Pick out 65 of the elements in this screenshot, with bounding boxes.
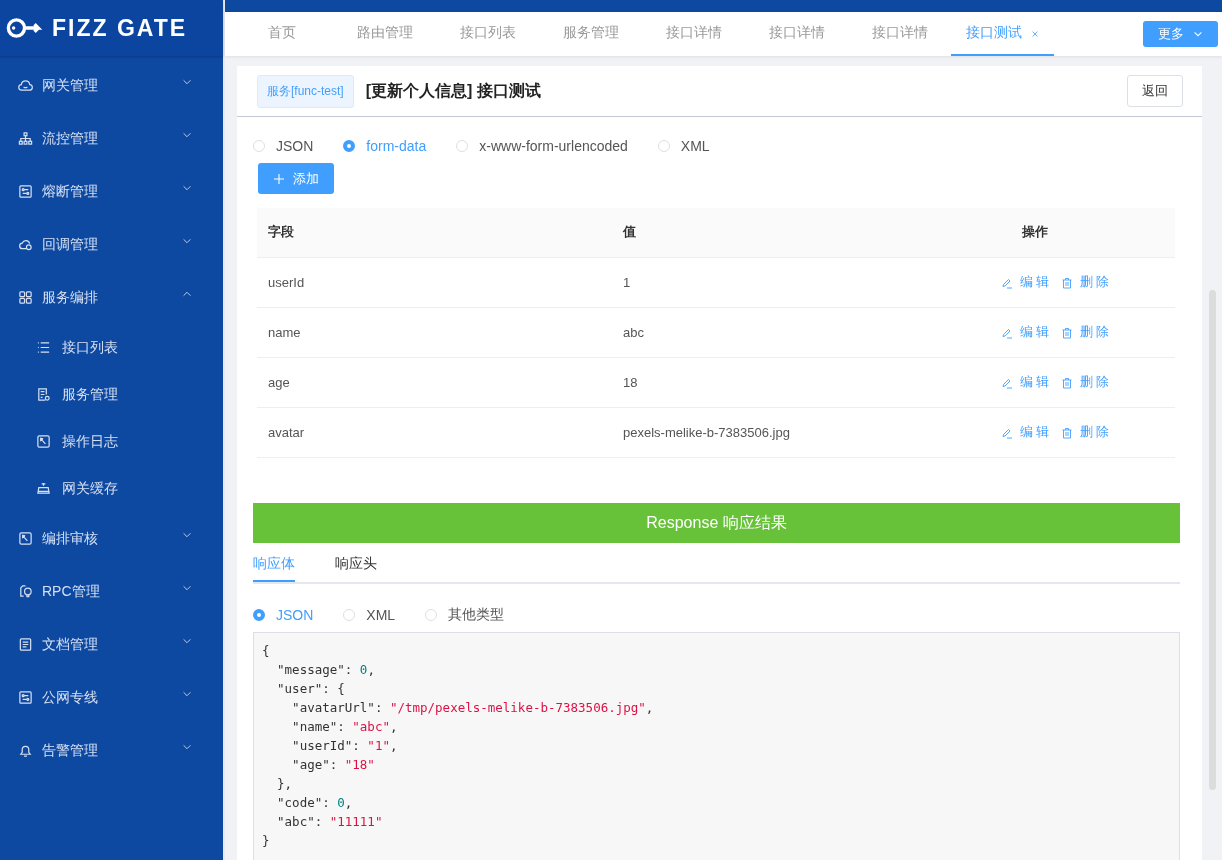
- radio-circle[interactable]: [343, 140, 356, 152]
- menu-item[interactable]: 编排审核: [0, 512, 223, 565]
- wrench-icon: [36, 434, 51, 449]
- tab[interactable]: 响应头: [335, 555, 377, 582]
- trash-icon: [1061, 276, 1073, 289]
- document-gear-icon: [36, 387, 51, 402]
- table-cell-text: avatar: [267, 425, 306, 440]
- submenu-item[interactable]: 服务管理: [0, 371, 223, 418]
- cloud-icon: [18, 237, 33, 252]
- table-cell-text: age: [267, 375, 291, 390]
- trash-icon: [1061, 426, 1073, 439]
- tray-icon: [36, 481, 51, 496]
- wrench-icon: [18, 531, 33, 546]
- radio-option[interactable]: x-www-form-urlencoded: [456, 138, 628, 154]
- bell-icon: [18, 743, 33, 758]
- bulb-icon: [18, 584, 33, 599]
- radio-option[interactable]: XML: [657, 138, 710, 154]
- column-header: 字段: [267, 224, 295, 241]
- table-cell-text: pexels-melike-b-7383506.jpg: [622, 425, 791, 440]
- response-banner: Response 响应结果: [253, 503, 1180, 543]
- table-cell-text: 1: [622, 275, 632, 290]
- pencil-icon: [1000, 276, 1013, 289]
- pencil-icon: [1000, 426, 1013, 439]
- menu-item[interactable]: 流控管理: [0, 112, 223, 165]
- table-cell-text: 18: [622, 375, 639, 390]
- menu-item[interactable]: 公网专线: [0, 671, 223, 724]
- back-button[interactable]: 返回: [1127, 75, 1183, 107]
- plus-icon: [273, 173, 284, 184]
- radio-option[interactable]: XML: [343, 607, 396, 623]
- menu-item[interactable]: 告警管理: [0, 724, 223, 777]
- code-block: { "message": 0, "user": { "avatarUrl": "/tmp/pexels-melike-b-7383506.jpg", "name": "abc", "userId": "1", "age": "18" }, "code": 0, "abc": "11111" }: [253, 632, 1180, 860]
- column-header: 值: [621, 224, 637, 241]
- scrollbar[interactable]: [1209, 290, 1216, 790]
- submenu-item[interactable]: 操作日志: [0, 418, 223, 465]
- close-icon[interactable]: [1031, 30, 1039, 38]
- list-icon: [36, 340, 51, 355]
- submenu-item[interactable]: 接口列表: [0, 324, 223, 371]
- submenu-item[interactable]: 网关缓存: [0, 465, 223, 512]
- grid-icon: [18, 290, 33, 305]
- service-tag: 服务[func-test]: [257, 74, 354, 108]
- menu-item[interactable]: 熔断管理: [0, 165, 223, 218]
- trash-icon: [1061, 326, 1073, 339]
- menu-item[interactable]: 服务编排: [0, 271, 223, 324]
- menu-item[interactable]: 网关管理: [0, 59, 223, 112]
- document-icon: [18, 637, 33, 652]
- panel-icon: [18, 184, 33, 199]
- key-logo-icon: [6, 16, 44, 40]
- logo-text: FIZZ GATE: [52, 14, 188, 42]
- table-cell-text: userId: [267, 275, 306, 290]
- table-cell-text: name: [267, 325, 302, 340]
- cloud-icon: [18, 78, 33, 93]
- pencil-icon: [1000, 376, 1013, 389]
- column-header: 操作: [1021, 224, 1049, 241]
- trash-icon: [1061, 376, 1073, 389]
- menu-item[interactable]: RPC管理: [0, 565, 223, 618]
- menu-item[interactable]: 回调管理: [0, 218, 223, 271]
- menu-item[interactable]: 文档管理: [0, 618, 223, 671]
- pencil-icon: [1000, 326, 1013, 339]
- radio-option[interactable]: 其他类型: [425, 606, 505, 624]
- table-cell-text: abc: [622, 325, 645, 340]
- page-title: [更新个人信息] 接口测试: [365, 80, 542, 101]
- panel-icon: [18, 690, 33, 705]
- radio-option[interactable]: JSON: [253, 138, 314, 154]
- hierarchy-icon: [18, 131, 33, 146]
- radio-circle[interactable]: [253, 609, 265, 621]
